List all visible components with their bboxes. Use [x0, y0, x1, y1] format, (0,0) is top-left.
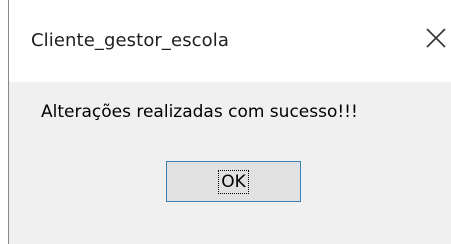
dialog-content: Alterações realizadas com sucesso!!! OK: [9, 82, 451, 244]
message-dialog: Cliente_gestor_escola Alterações realiza…: [8, 0, 451, 244]
dialog-message: Alterações realizadas com sucesso!!!: [41, 102, 358, 122]
close-icon: [417, 21, 451, 57]
window-title: Cliente_gestor_escola: [31, 30, 230, 51]
ok-button-label: OK: [218, 169, 249, 194]
ok-button[interactable]: OK: [166, 161, 301, 202]
close-button[interactable]: [417, 21, 451, 57]
title-bar[interactable]: Cliente_gestor_escola: [9, 0, 451, 82]
